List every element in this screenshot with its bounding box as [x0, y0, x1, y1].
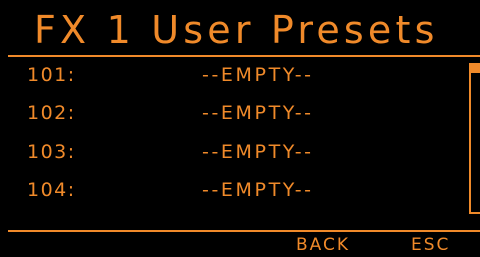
preset-number: 103:	[27, 141, 76, 163]
header-divider	[8, 55, 480, 57]
preset-number: 102:	[27, 102, 76, 124]
preset-name: --EMPTY--	[202, 102, 314, 124]
scrollbar[interactable]	[469, 63, 480, 214]
footer-divider	[8, 230, 480, 232]
page-title: FX 1 User Presets	[34, 8, 439, 52]
preset-name: --EMPTY--	[202, 64, 314, 86]
esc-button[interactable]: ESC	[411, 233, 450, 257]
device-screen: FX 1 User Presets 101: --EMPTY-- 102: --…	[0, 0, 480, 257]
back-button[interactable]: BACK	[296, 233, 350, 257]
preset-number: 104:	[27, 179, 76, 201]
preset-name: --EMPTY--	[202, 179, 314, 201]
preset-number: 101:	[27, 64, 76, 86]
scrollbar-thumb[interactable]	[469, 63, 480, 73]
preset-name: --EMPTY--	[202, 141, 314, 163]
